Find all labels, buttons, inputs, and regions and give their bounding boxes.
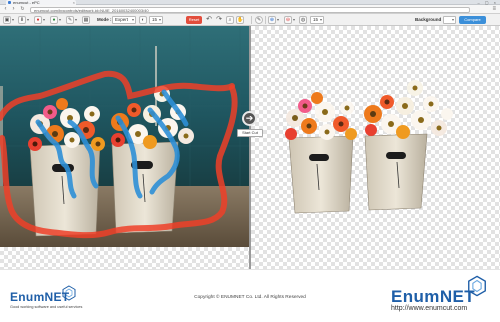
page-footer: EnumNET Good working software and useful… bbox=[0, 269, 500, 322]
background-select[interactable] bbox=[443, 16, 456, 24]
grid-icon[interactable]: ▦ bbox=[82, 16, 90, 24]
footer-url-link[interactable]: http://www.enumcut.com bbox=[391, 305, 467, 312]
toolbar-separator bbox=[251, 16, 252, 24]
hand-icon[interactable]: ✋ bbox=[236, 16, 244, 24]
keep-icon[interactable]: ⊕ bbox=[268, 16, 276, 24]
chevron-down-icon[interactable]: ▾ bbox=[277, 16, 279, 24]
size-select[interactable]: 15 bbox=[149, 16, 163, 24]
forward-icon[interactable]: › bbox=[10, 6, 17, 13]
cutout-result bbox=[285, 80, 453, 214]
editor-toolbar: ▣ ▾ ⬇ ▾ ● ▾ ● ▾ ✎ ▾ ▦ Mode : Expert ◐ 15… bbox=[0, 14, 500, 26]
chevron-down-icon[interactable]: ▾ bbox=[293, 16, 295, 24]
reload-icon[interactable]: ↻ bbox=[19, 6, 26, 13]
footer-logo-right[interactable]: EnumNET bbox=[391, 287, 475, 307]
mode-select[interactable]: Expert bbox=[112, 16, 136, 24]
toolbar-separator bbox=[265, 16, 266, 24]
brush-icon[interactable]: ◐ bbox=[139, 16, 147, 24]
back-icon[interactable]: ‹ bbox=[2, 6, 9, 13]
brush-size-icon[interactable]: ◍ bbox=[299, 16, 307, 24]
arrow-right-icon[interactable]: ➔ bbox=[242, 111, 257, 126]
chevron-down-icon[interactable]: ▾ bbox=[12, 16, 14, 24]
redo-icon[interactable]: ↷ bbox=[215, 16, 223, 24]
chevron-down-icon[interactable]: ▾ bbox=[27, 16, 29, 24]
browser-menu-icon[interactable]: ≡ bbox=[492, 6, 496, 13]
url-input[interactable]: enumcut.com/bgcontrols/editwork.id=NUIE_… bbox=[30, 6, 470, 13]
mark-foreground-icon[interactable]: ● bbox=[50, 16, 58, 24]
cutout-result-pane[interactable] bbox=[251, 26, 500, 269]
chevron-down-icon[interactable]: ▾ bbox=[43, 16, 45, 24]
remove-icon[interactable]: ⊖ bbox=[284, 16, 292, 24]
editor-window: enumcut - ePC × – ▢ × ‹ › ↻ enumcut.com/… bbox=[0, 0, 500, 322]
paint-icon[interactable]: ✎ bbox=[255, 16, 263, 24]
brush-size-select[interactable]: 15 bbox=[310, 16, 324, 24]
undo-icon[interactable]: ↶ bbox=[205, 16, 213, 24]
zoom-icon[interactable]: ⌕ bbox=[226, 16, 234, 24]
chevron-down-icon[interactable]: ▾ bbox=[75, 16, 77, 24]
original-image-pane[interactable] bbox=[0, 26, 249, 247]
background-label: Background bbox=[415, 17, 442, 22]
favicon-icon bbox=[8, 1, 11, 4]
chevron-down-icon[interactable]: ▾ bbox=[59, 16, 61, 24]
footer-logo-left[interactable]: EnumNET bbox=[10, 290, 69, 304]
editing-stage: ➔ Start Cut bbox=[0, 26, 500, 269]
original-photo bbox=[0, 26, 249, 247]
compare-button[interactable]: Compare bbox=[459, 16, 486, 24]
eraser-icon[interactable]: ✎ bbox=[66, 16, 74, 24]
save-icon[interactable]: ⬇ bbox=[18, 16, 26, 24]
address-bar-row: ‹ › ↻ enumcut.com/bgcontrols/editwork.id… bbox=[0, 5, 500, 14]
start-cut-button[interactable]: Start Cut bbox=[237, 129, 263, 137]
copyright-text: Copyright © ENUMNET Co. Ltd. All Rights … bbox=[194, 295, 306, 300]
transparent-area bbox=[0, 247, 249, 269]
reset-button[interactable]: Reset bbox=[186, 16, 202, 24]
mark-background-icon[interactable]: ● bbox=[34, 16, 42, 24]
mode-label: Mode : bbox=[97, 17, 112, 22]
footer-tagline: Good working software and useful service… bbox=[10, 305, 83, 309]
open-file-icon[interactable]: ▣ bbox=[3, 16, 11, 24]
